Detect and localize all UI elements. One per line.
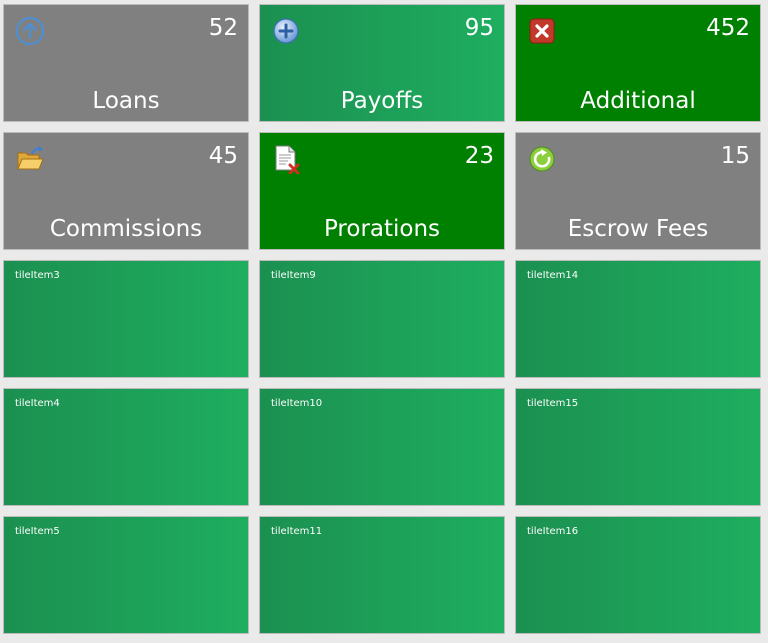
tile-item-9[interactable]: tileItem9 (259, 260, 505, 378)
tile-label: Escrow Fees (567, 216, 709, 242)
tile-item-4[interactable]: tileItem4 (3, 388, 249, 506)
tile-loans[interactable]: 52 Loans (3, 4, 249, 122)
close-icon (527, 16, 557, 46)
tile-item-15[interactable]: tileItem15 (515, 388, 761, 506)
tile-caption: tileItem10 (271, 398, 323, 409)
tile-caption: tileItem9 (271, 270, 316, 281)
tile-item-5[interactable]: tileItem5 (3, 516, 249, 634)
tile-count: 23 (464, 143, 494, 169)
document-delete-icon (271, 144, 301, 175)
tile-item-3[interactable]: tileItem3 (3, 260, 249, 378)
tile-escrow-fees[interactable]: 15 Escrow Fees (515, 132, 761, 250)
tile-grid: 52 Loans 95 Payoffs 452 Additional 45 Co… (0, 0, 768, 643)
tile-item-14[interactable]: tileItem14 (515, 260, 761, 378)
tile-label: Prorations (323, 216, 441, 242)
tile-caption: tileItem5 (15, 526, 60, 537)
arrow-up-circle-icon (15, 16, 45, 46)
tile-count: 45 (208, 143, 238, 169)
tile-label: Commissions (49, 216, 203, 242)
tile-item-16[interactable]: tileItem16 (515, 516, 761, 634)
tile-commissions[interactable]: 45 Commissions (3, 132, 249, 250)
refresh-icon (527, 144, 557, 174)
tile-label: Loans (92, 88, 160, 114)
tile-count: 52 (208, 15, 238, 41)
tile-caption: tileItem4 (15, 398, 60, 409)
folder-open-icon (15, 144, 45, 174)
tile-prorations[interactable]: 23 Prorations (259, 132, 505, 250)
tile-caption: tileItem3 (15, 270, 60, 281)
tile-label: Additional (580, 88, 696, 114)
tile-label: Payoffs (340, 88, 424, 114)
tile-item-11[interactable]: tileItem11 (259, 516, 505, 634)
tile-count: 15 (720, 143, 750, 169)
tile-caption: tileItem14 (527, 270, 579, 281)
tile-caption: tileItem11 (271, 526, 323, 537)
tile-count: 452 (706, 15, 750, 41)
tile-count: 95 (464, 15, 494, 41)
tile-additional[interactable]: 452 Additional (515, 4, 761, 122)
plus-circle-icon (271, 16, 301, 46)
tile-payoffs[interactable]: 95 Payoffs (259, 4, 505, 122)
tile-caption: tileItem15 (527, 398, 579, 409)
tile-item-10[interactable]: tileItem10 (259, 388, 505, 506)
tile-caption: tileItem16 (527, 526, 579, 537)
